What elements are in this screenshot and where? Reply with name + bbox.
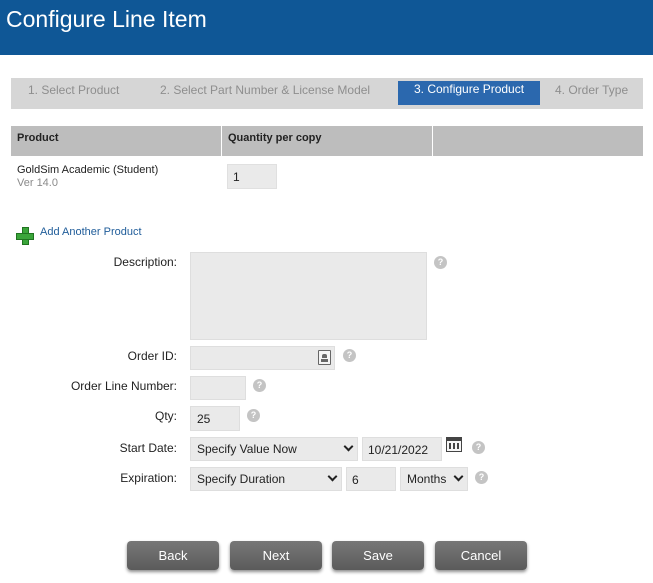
description-label: Description: xyxy=(113,255,177,269)
page-header: Configure Line Item xyxy=(0,0,653,55)
start-date-mode-value: Specify Value Now xyxy=(197,442,297,456)
qty-label: Qty: xyxy=(154,409,177,423)
start-date-mode-select[interactable]: Specify Value Now xyxy=(190,437,358,461)
product-table-header: Product Quantity per copy xyxy=(11,126,643,156)
start-date-input[interactable]: 10/21/2022 xyxy=(362,437,442,461)
chevron-down-icon xyxy=(343,441,354,452)
step-configure-product[interactable]: 3. Configure Product xyxy=(398,81,541,105)
product-version: Ver 14.0 xyxy=(17,177,58,189)
chevron-down-icon xyxy=(327,471,338,482)
page-title: Configure Line Item xyxy=(6,6,207,32)
step-select-part-number[interactable]: 2. Select Part Number & License Model xyxy=(160,78,370,109)
qty-input[interactable]: 25 xyxy=(190,406,240,431)
order-id-label: Order ID: xyxy=(127,349,177,363)
start-date-label: Start Date: xyxy=(119,441,177,455)
order-line-number-label: Order Line Number: xyxy=(70,379,177,393)
expiration-mode-select[interactable]: Specify Duration xyxy=(190,467,342,491)
order-id-input[interactable] xyxy=(190,346,335,370)
expiration-mode-value: Specify Duration xyxy=(197,472,286,486)
back-button[interactable]: Back xyxy=(127,541,219,570)
cancel-button[interactable]: Cancel xyxy=(435,541,527,570)
product-name: GoldSim Academic (Student) xyxy=(17,164,159,176)
column-header-product: Product xyxy=(17,132,59,144)
step-order-type[interactable]: 4. Order Type xyxy=(555,78,628,109)
chevron-down-icon xyxy=(453,471,464,482)
expiration-unit-value: Months xyxy=(407,472,447,486)
next-button[interactable]: Next xyxy=(230,541,322,570)
lookup-contact-icon[interactable] xyxy=(318,350,331,365)
description-help-icon[interactable]: ? xyxy=(434,256,447,269)
column-header-quantity: Quantity per copy xyxy=(228,132,322,144)
description-textarea[interactable] xyxy=(190,252,427,340)
start-date-help-icon[interactable]: ? xyxy=(472,441,485,454)
quantity-per-copy-input[interactable]: 1 xyxy=(227,164,277,189)
expiration-help-icon[interactable]: ? xyxy=(475,471,488,484)
order-line-number-input[interactable] xyxy=(190,376,246,400)
step-select-product[interactable]: 1. Select Product xyxy=(28,78,119,109)
order-id-help-icon[interactable]: ? xyxy=(343,349,356,362)
save-button[interactable]: Save xyxy=(332,541,424,570)
expiration-label: Expiration: xyxy=(120,471,177,485)
expiration-unit-select[interactable]: Months xyxy=(400,467,468,491)
wizard-steps: 1. Select Product 2. Select Part Number … xyxy=(11,78,643,109)
calendar-icon[interactable] xyxy=(446,437,462,452)
add-product-label[interactable]: Add Another Product xyxy=(40,226,142,238)
order-line-number-help-icon[interactable]: ? xyxy=(253,379,266,392)
plus-icon[interactable] xyxy=(16,227,34,245)
expiration-amount-input[interactable]: 6 xyxy=(346,467,396,491)
qty-help-icon[interactable]: ? xyxy=(247,409,260,422)
column-header-extra xyxy=(433,126,643,156)
